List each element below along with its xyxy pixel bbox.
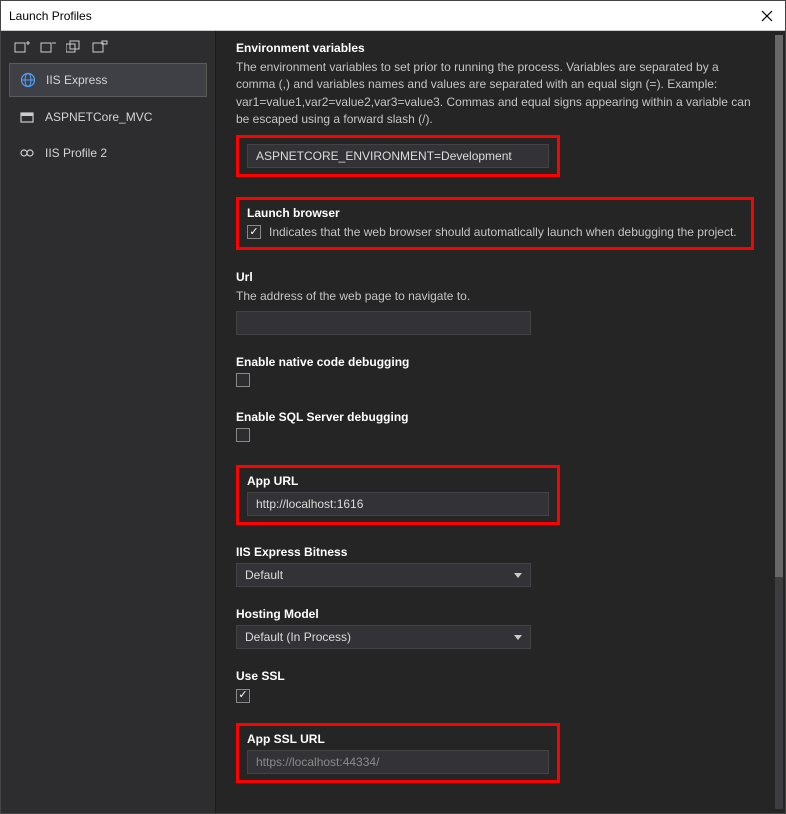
app-ssl-url-label: App SSL URL xyxy=(247,732,549,746)
rename-profile-button[interactable] xyxy=(91,39,109,55)
scrollbar-thumb[interactable] xyxy=(775,35,783,577)
rename-profile-icon xyxy=(92,40,108,54)
url-desc: The address of the web page to navigate … xyxy=(236,288,753,305)
app-url-input[interactable] xyxy=(247,492,549,516)
section-launch-browser: Launch browser Indicates that the web br… xyxy=(236,197,753,250)
profile-item-label: IIS Express xyxy=(46,73,107,87)
launch-browser-desc: Indicates that the web browser should au… xyxy=(269,224,737,241)
hosting-model-label: Hosting Model xyxy=(236,607,753,621)
profile-list: IIS Express ASPNETCore_MVC xyxy=(1,63,215,173)
app-ssl-url-input xyxy=(247,750,549,774)
bitness-select[interactable]: Default xyxy=(236,563,531,587)
globe-icon xyxy=(20,72,36,88)
settings-content: Environment variables The environment va… xyxy=(216,31,773,813)
native-debug-checkbox[interactable] xyxy=(236,373,250,387)
section-native-debug: Enable native code debugging xyxy=(236,355,753,390)
delete-profile-button[interactable] xyxy=(39,39,57,55)
profile-item-aspnetcore-mvc[interactable]: ASPNETCore_MVC xyxy=(9,101,207,133)
highlight-app-ssl-url: App SSL URL xyxy=(236,723,560,783)
section-sql-debug: Enable SQL Server debugging xyxy=(236,410,753,445)
close-button[interactable] xyxy=(757,6,777,26)
duplicate-profile-icon xyxy=(66,40,82,54)
launch-browser-row: Indicates that the web browser should au… xyxy=(247,224,743,241)
hosting-model-select[interactable]: Default (In Process) xyxy=(236,625,531,649)
section-bitness: IIS Express Bitness Default xyxy=(236,545,753,587)
launch-profiles-window: Launch Profiles xyxy=(0,0,786,814)
launch-browser-checkbox[interactable] xyxy=(247,225,261,239)
use-ssl-checkbox[interactable] xyxy=(236,689,250,703)
sql-debug-label: Enable SQL Server debugging xyxy=(236,410,753,424)
section-url: Url The address of the web page to navig… xyxy=(236,270,753,335)
window-title: Launch Profiles xyxy=(9,9,92,23)
env-vars-desc: The environment variables to set prior t… xyxy=(236,59,753,129)
url-input[interactable] xyxy=(236,311,531,335)
chevron-down-icon xyxy=(514,635,522,640)
profile-item-iis-express[interactable]: IIS Express xyxy=(9,63,207,97)
scrollbar[interactable] xyxy=(775,35,783,809)
highlight-app-url: App URL xyxy=(236,465,560,525)
hosting-model-value: Default (In Process) xyxy=(245,630,351,644)
profile-item-label: IIS Profile 2 xyxy=(45,146,107,160)
highlight-env-vars xyxy=(236,135,560,177)
new-profile-button[interactable] xyxy=(13,39,31,55)
new-profile-icon xyxy=(14,40,30,54)
env-vars-input[interactable] xyxy=(247,144,549,168)
section-app-url: App URL xyxy=(236,465,753,525)
sql-debug-checkbox[interactable] xyxy=(236,428,250,442)
bitness-value: Default xyxy=(245,568,283,582)
launch-browser-label: Launch browser xyxy=(247,206,743,220)
link-icon xyxy=(19,145,35,161)
app-url-label: App URL xyxy=(247,474,549,488)
dialog-body: IIS Express ASPNETCore_MVC xyxy=(1,31,785,813)
profile-item-iis-profile-2[interactable]: IIS Profile 2 xyxy=(9,137,207,169)
project-icon xyxy=(19,109,35,125)
section-env-vars: Environment variables The environment va… xyxy=(236,41,753,177)
duplicate-profile-button[interactable] xyxy=(65,39,83,55)
close-icon xyxy=(761,10,773,22)
chevron-down-icon xyxy=(514,573,522,578)
delete-profile-icon xyxy=(40,40,56,54)
native-debug-label: Enable native code debugging xyxy=(236,355,753,369)
bitness-label: IIS Express Bitness xyxy=(236,545,753,559)
profile-item-label: ASPNETCore_MVC xyxy=(45,110,152,124)
sidebar-toolbar xyxy=(1,35,215,63)
use-ssl-label: Use SSL xyxy=(236,669,753,683)
highlight-launch-browser: Launch browser Indicates that the web br… xyxy=(236,197,754,250)
url-label: Url xyxy=(236,270,753,284)
titlebar: Launch Profiles xyxy=(1,1,785,31)
section-app-ssl-url: App SSL URL xyxy=(236,723,753,783)
env-vars-label: Environment variables xyxy=(236,41,753,55)
content-panel: Environment variables The environment va… xyxy=(216,31,785,813)
section-use-ssl: Use SSL xyxy=(236,669,753,703)
section-hosting-model: Hosting Model Default (In Process) xyxy=(236,607,753,649)
sidebar: IIS Express ASPNETCore_MVC xyxy=(1,31,216,813)
